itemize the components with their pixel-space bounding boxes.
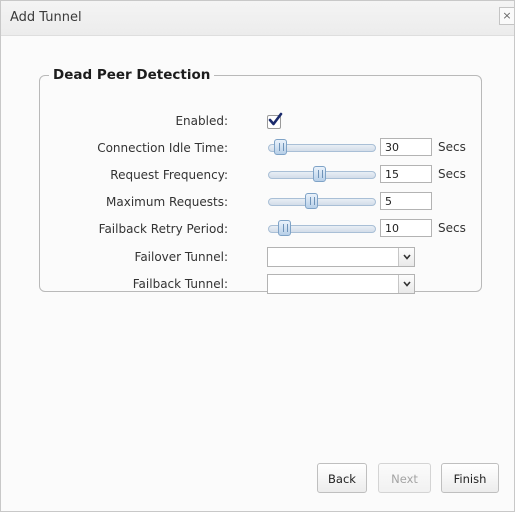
failback-retry-label: Failback Retry Period: <box>98 222 228 236</box>
dialog-title: Add Tunnel <box>10 10 82 25</box>
dead-peer-detection-group: Dead Peer Detection Enabled: Connection … <box>39 67 482 294</box>
request-frequency-input[interactable] <box>380 165 432 183</box>
checkmark-icon <box>268 112 283 126</box>
idle-time-slider[interactable] <box>268 139 376 155</box>
failover-tunnel-row: Failover Tunnel: <box>40 247 481 267</box>
failback-retry-slider[interactable] <box>268 220 376 236</box>
maximum-requests-input[interactable] <box>380 192 432 210</box>
dialog-titlebar: Add Tunnel × <box>1 1 514 36</box>
slider-thumb[interactable] <box>305 193 318 209</box>
request-frequency-unit: Secs <box>438 167 466 181</box>
next-button[interactable]: Next <box>378 463 431 493</box>
slider-thumb[interactable] <box>313 166 326 182</box>
idle-time-label: Connection Idle Time: <box>97 141 228 155</box>
maximum-requests-row: Maximum Requests: <box>40 192 481 212</box>
failover-tunnel-label: Failover Tunnel: <box>134 250 228 264</box>
slider-thumb[interactable] <box>274 139 287 155</box>
back-button[interactable]: Back <box>317 463 367 493</box>
maximum-requests-label: Maximum Requests: <box>106 195 228 209</box>
idle-time-input[interactable] <box>380 138 432 156</box>
idle-time-row: Connection Idle Time: Secs <box>40 138 481 158</box>
request-frequency-row: Request Frequency: Secs <box>40 165 481 185</box>
maximum-requests-slider[interactable] <box>268 193 376 209</box>
failback-retry-unit: Secs <box>438 221 466 235</box>
failback-retry-input[interactable] <box>380 219 432 237</box>
close-icon[interactable]: × <box>499 7 514 25</box>
finish-button[interactable]: Finish <box>441 463 499 493</box>
group-legend: Dead Peer Detection <box>53 67 211 83</box>
enabled-label: Enabled: <box>175 114 228 128</box>
add-tunnel-dialog: Add Tunnel × Dead Peer Detection Enabled… <box>0 0 515 512</box>
dropdown-arrow[interactable] <box>398 275 414 293</box>
failback-tunnel-row: Failback Tunnel: <box>40 274 481 294</box>
chevron-down-icon <box>403 254 411 260</box>
enabled-row: Enabled: <box>40 111 481 131</box>
idle-time-unit: Secs <box>438 140 466 154</box>
failback-tunnel-label: Failback Tunnel: <box>132 277 228 291</box>
slider-thumb[interactable] <box>278 220 291 236</box>
failback-tunnel-select[interactable] <box>267 274 415 294</box>
request-frequency-label: Request Frequency: <box>110 168 228 182</box>
chevron-down-icon <box>403 281 411 287</box>
request-frequency-slider[interactable] <box>268 166 376 182</box>
failover-tunnel-select[interactable] <box>267 247 415 267</box>
dropdown-arrow[interactable] <box>398 248 414 266</box>
enabled-checkbox[interactable] <box>267 112 283 129</box>
failback-retry-row: Failback Retry Period: Secs <box>40 219 481 239</box>
